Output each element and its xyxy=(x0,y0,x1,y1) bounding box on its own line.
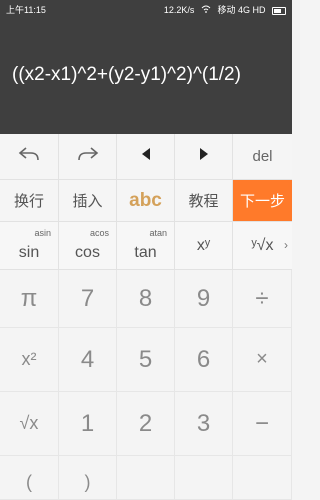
keypad-row-1: π 7 8 9 ÷ xyxy=(0,270,292,328)
expression-display[interactable]: ((x2-x1)^2+(y2-y1)^2)^(1/2) xyxy=(0,16,292,134)
key-9[interactable]: 9 xyxy=(175,270,233,328)
asin-label: asin xyxy=(34,228,51,238)
sin-label: sin xyxy=(18,243,40,261)
abc-button[interactable]: abc xyxy=(117,180,175,222)
key-4[interactable]: 4 xyxy=(59,328,117,392)
newline-button[interactable]: 换行 xyxy=(0,180,59,222)
cos-key[interactable]: acos cos xyxy=(59,222,117,270)
function-row: asin sin acos cos atan tan xʸ ʸ√x › xyxy=(0,222,292,270)
keypad-row-2: x² 4 5 6 × xyxy=(0,328,292,392)
cursor-left-button[interactable] xyxy=(117,134,175,180)
tan-label: tan xyxy=(134,243,157,261)
cos-label: cos xyxy=(75,243,100,261)
insert-button[interactable]: 插入 xyxy=(59,180,117,222)
key-7[interactable]: 7 xyxy=(59,270,117,328)
redo-icon xyxy=(77,146,99,167)
key-empty-3[interactable] xyxy=(233,456,292,500)
power-key[interactable]: xʸ xyxy=(175,222,233,270)
sin-key[interactable]: asin sin xyxy=(0,222,59,270)
key-pi[interactable]: π xyxy=(0,270,59,328)
nth-root-key[interactable]: ʸ√x › xyxy=(233,222,292,270)
next-step-button[interactable]: 下一步 xyxy=(233,180,292,222)
key-6[interactable]: 6 xyxy=(175,328,233,392)
key-multiply[interactable]: × xyxy=(233,328,292,392)
wifi-icon xyxy=(201,5,214,15)
status-bar: 上午11:15 12.2K/s 移动 4G HD xyxy=(0,0,292,16)
tan-key[interactable]: atan tan xyxy=(117,222,175,270)
key-open-paren[interactable]: ( xyxy=(0,456,59,500)
key-close-paren[interactable]: ) xyxy=(59,456,117,500)
redo-button[interactable] xyxy=(59,134,117,180)
chevron-right-icon: › xyxy=(284,238,288,252)
network-speed: 12.2K/s xyxy=(163,5,195,15)
delete-button[interactable]: del xyxy=(233,134,292,180)
expression-text: ((x2-x1)^2+(y2-y1)^2)^(1/2) xyxy=(12,64,241,85)
cursor-right-button[interactable] xyxy=(175,134,233,180)
key-5[interactable]: 5 xyxy=(117,328,175,392)
key-3[interactable]: 3 xyxy=(175,392,233,456)
battery-icon xyxy=(272,6,286,15)
clock: 上午11:15 xyxy=(6,5,46,15)
key-1[interactable]: 1 xyxy=(59,392,117,456)
edit-toolbar: del xyxy=(0,134,292,180)
status-icons: 12.2K/s 移动 4G HD xyxy=(160,3,286,16)
carrier: 移动 4G HD xyxy=(217,5,266,15)
keypad-row-3: √x 1 2 3 − xyxy=(0,392,292,456)
key-minus[interactable]: − xyxy=(233,392,292,456)
tutorial-button[interactable]: 教程 xyxy=(175,180,233,222)
acos-label: acos xyxy=(89,228,109,238)
atan-label: atan xyxy=(149,228,167,238)
key-2[interactable]: 2 xyxy=(117,392,175,456)
keypad-row-4: ( ) xyxy=(0,456,292,500)
key-square[interactable]: x² xyxy=(0,328,59,392)
key-empty-1[interactable] xyxy=(117,456,175,500)
triangle-right-icon xyxy=(198,147,210,166)
mode-row: 换行 插入 abc 教程 下一步 xyxy=(0,180,292,222)
key-empty-2[interactable] xyxy=(175,456,233,500)
nth-root-label: ʸ√x xyxy=(251,236,274,254)
undo-icon xyxy=(18,146,40,167)
key-sqrt[interactable]: √x xyxy=(0,392,59,456)
key-8[interactable]: 8 xyxy=(117,270,175,328)
triangle-left-icon xyxy=(140,147,152,166)
undo-button[interactable] xyxy=(0,134,59,180)
key-divide[interactable]: ÷ xyxy=(233,270,292,328)
